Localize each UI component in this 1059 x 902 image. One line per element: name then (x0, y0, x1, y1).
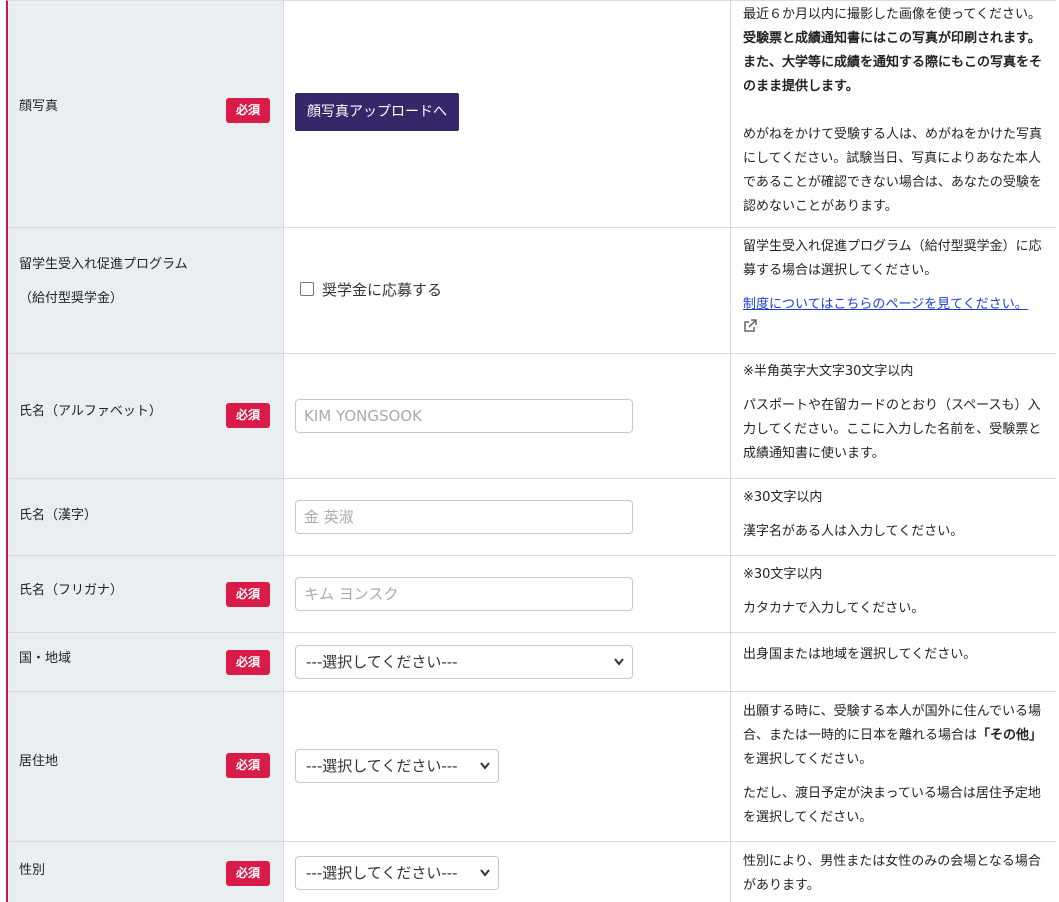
label-name-kana: 氏名（フリガナ） (19, 583, 124, 598)
label-cell-residence: 居住地 必須 (8, 692, 284, 841)
row-photo: 顔写真 必須 顔写真アップロードへ 最近６か月以内に撮影した画像を使ってください… (8, 1, 1056, 228)
label-cell-name-kanji: 氏名（漢字） (8, 479, 284, 555)
note-scholarship: 留学生受入れ促進プログラム（給付型奨学金）に応募する場合は選択してください。 制… (731, 228, 1056, 353)
input-cell-name-alpha: KIM YONGSOOK (284, 354, 731, 478)
chevron-down-icon (480, 857, 490, 902)
required-badge: 必須 (226, 403, 270, 428)
required-badge: 必須 (226, 753, 270, 778)
note-photo-text2: めがねをかけて受験する人は、めがねをかけた写真にしてください。試験当日、写真によ… (743, 127, 1043, 214)
note-name-kana-text1: ※30文字以内 (743, 567, 823, 582)
required-badge: 必須 (226, 582, 270, 607)
row-country: 国・地域 必須 ---選択してください--- 出身国または地域を選択してください… (8, 633, 1056, 692)
input-cell-name-kana: キム ヨンスク (284, 556, 731, 632)
label-residence: 居住地 (19, 754, 59, 769)
scholarship-checkbox[interactable] (300, 282, 314, 296)
note-name-kana: ※30文字以内 カタカナで入力してください。 (731, 556, 1056, 632)
label-name-kanji: 氏名（漢字） (19, 508, 98, 523)
row-residence: 居住地 必須 ---選択してください--- 出願する時に、受験する本人が国外に住… (8, 692, 1056, 842)
input-cell-photo: 顔写真アップロードへ (284, 1, 731, 227)
residence-select[interactable]: ---選択してください--- (295, 749, 499, 783)
required-badge: 必須 (226, 98, 270, 123)
note-country: 出身国または地域を選択してください。 (731, 633, 1056, 691)
label-cell-photo: 顔写真 必須 (8, 1, 284, 227)
name-kana-input[interactable]: キム ヨンスク (295, 577, 633, 611)
required-badge: 必須 (226, 861, 270, 886)
application-form-table: 顔写真 必須 顔写真アップロードへ 最近６か月以内に撮影した画像を使ってください… (6, 0, 1056, 902)
label-cell-gender: 性別 必須 (8, 842, 284, 902)
row-name-kanji: 氏名（漢字） 金 英淑 ※30文字以内 漢字名がある人は入力してください。 (8, 479, 1056, 556)
note-scholarship-link-line: 制度についてはこちらのページを見てください。 (743, 293, 1044, 342)
residence-select-value: ---選択してください--- (306, 757, 458, 775)
scholarship-info-link[interactable]: 制度についてはこちらのページを見てください。 (743, 297, 1028, 312)
note-residence-text1: 出願する時に、受験する本人が国外に住んでいる場合、または一時的に日本を離れる場合… (743, 704, 1043, 767)
note-name-kanji: ※30文字以内 漢字名がある人は入力してください。 (731, 479, 1056, 555)
label-gender: 性別 (19, 863, 46, 878)
note-photo-text1: 最近６か月以内に撮影した画像を使ってください。受験票と成績通知書にはこの写真が印… (743, 7, 1043, 94)
label-scholarship-line1: 留学生受入れ促進プログラム (19, 257, 188, 272)
note-residence-text2: ただし、渡日予定が決まっている場合は居住予定地を選択してください。 (743, 786, 1041, 825)
note-country-text: 出身国または地域を選択してください。 (743, 647, 977, 662)
label-cell-country: 国・地域 必須 (8, 633, 284, 691)
row-name-alphabet: 氏名（アルファベット） 必須 KIM YONGSOOK ※半角英字大文字30文字… (8, 354, 1056, 479)
name-kanji-input[interactable]: 金 英淑 (295, 500, 633, 534)
name-alphabet-input[interactable]: KIM YONGSOOK (295, 399, 633, 433)
note-name-kana-text2: カタカナで入力してください。 (743, 601, 925, 616)
label-cell-name-alpha: 氏名（アルファベット） 必須 (8, 354, 284, 478)
input-cell-gender: ---選択してください--- (284, 842, 731, 902)
row-gender: 性別 必須 ---選択してください--- 性別により、男性または女性のみの会場と… (8, 842, 1056, 902)
country-select-value: ---選択してください--- (306, 653, 458, 671)
input-cell-residence: ---選択してください--- (284, 692, 731, 841)
note-name-kanji-text2: 漢字名がある人は入力してください。 (743, 524, 964, 539)
note-name-alpha-text1: ※半角英字大文字30文字以内 (743, 364, 914, 379)
label-country: 国・地域 (19, 651, 72, 666)
note-name-kanji-text1: ※30文字以内 (743, 490, 823, 505)
country-select[interactable]: ---選択してください--- (295, 645, 633, 679)
label-name-alpha: 氏名（アルファベット） (19, 404, 162, 419)
label-cell-scholarship: 留学生受入れ促進プログラム （給付型奨学金） (8, 228, 284, 353)
input-cell-country: ---選択してください--- (284, 633, 731, 691)
note-name-alpha-text2: パスポートや在留カードのとおり（スペースも）入力してください。ここに入力した名前… (743, 398, 1042, 461)
label-photo: 顔写真 (19, 99, 59, 114)
note-gender-text: 性別により、男性または女性のみの会場となる場合があります。 (743, 854, 1041, 893)
required-badge: 必須 (226, 650, 270, 675)
input-cell-scholarship: 奨学金に応募する (284, 228, 731, 353)
row-scholarship: 留学生受入れ促進プログラム （給付型奨学金） 奨学金に応募する 留学生受入れ促進… (8, 228, 1056, 354)
gender-select-value: ---選択してください--- (306, 864, 458, 882)
photo-upload-button[interactable]: 顔写真アップロードへ (295, 93, 459, 131)
note-residence: 出願する時に、受験する本人が国外に住んでいる場合、または一時的に日本を離れる場合… (731, 692, 1056, 841)
external-link-icon[interactable] (743, 317, 757, 341)
chevron-down-icon (480, 750, 490, 795)
note-photo: 最近６か月以内に撮影した画像を使ってください。受験票と成績通知書にはこの写真が印… (731, 1, 1056, 227)
label-scholarship-line2: （給付型奨学金） (19, 291, 124, 306)
label-cell-name-kana: 氏名（フリガナ） 必須 (8, 556, 284, 632)
scholarship-checkbox-label[interactable]: 奨学金に応募する (322, 279, 442, 300)
note-scholarship-text: 留学生受入れ促進プログラム（給付型奨学金）に応募する場合は選択してください。 (743, 239, 1042, 278)
note-name-alpha: ※半角英字大文字30文字以内 パスポートや在留カードのとおり（スペースも）入力し… (731, 354, 1056, 478)
gender-select[interactable]: ---選択してください--- (295, 856, 499, 890)
input-cell-name-kanji: 金 英淑 (284, 479, 731, 555)
row-name-kana: 氏名（フリガナ） 必須 キム ヨンスク ※30文字以内 カタカナで入力してくださ… (8, 556, 1056, 633)
chevron-down-icon (614, 646, 624, 691)
note-gender: 性別により、男性または女性のみの会場となる場合があります。 (731, 842, 1056, 902)
